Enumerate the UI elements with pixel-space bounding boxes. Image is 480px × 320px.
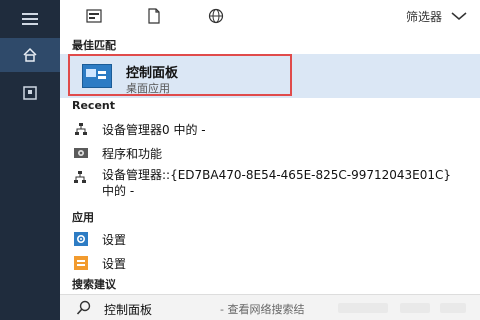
globe-icon [208, 8, 224, 24]
best-match-item[interactable]: 控制面板 桌面应用 [68, 54, 292, 96]
app-item-settings-2[interactable]: 设置 [72, 252, 126, 274]
redacted-text [400, 303, 430, 313]
app-item-label: 设置 [102, 232, 127, 247]
suggest-heading: 搜索建议 [72, 278, 116, 291]
recent-item-label: 设备管理器::{ED7BA470-8E54-465E-825C-99712043… [102, 168, 452, 198]
hamburger-menu-button[interactable] [0, 2, 60, 36]
recent-item-label: 设备管理器0 中的 - [102, 122, 206, 137]
web-filter-button[interactable] [206, 6, 226, 26]
hamburger-icon [22, 13, 38, 25]
document-icon [148, 8, 160, 24]
redacted-text [440, 303, 466, 313]
left-sidebar [0, 0, 60, 320]
device-tree-icon [72, 120, 90, 138]
results-topbar: 筛选器 [60, 0, 480, 32]
best-match-heading: 最佳匹配 [72, 39, 116, 52]
app-window-icon [86, 9, 102, 23]
recent-heading: Recent [72, 99, 116, 112]
recent-item-programs[interactable]: 程序和功能 [72, 142, 162, 164]
settings-app-icon [72, 254, 90, 272]
programs-features-icon [72, 144, 90, 162]
notebook-icon [23, 86, 37, 100]
apps-filter-button[interactable] [84, 6, 104, 26]
suggestion-hint: - 查看网络搜索结 [220, 303, 305, 316]
search-results-panel: 筛选器 最佳匹配 控制面板 桌面应用 Recent 设备管理器0 中的 - 程序… [60, 0, 480, 320]
app-item-label: 设置 [102, 256, 127, 271]
settings-gear-icon [72, 230, 90, 248]
recent-item-device-manager[interactable]: 设备管理器0 中的 - [72, 118, 206, 140]
control-panel-icon [82, 64, 112, 88]
search-icon [76, 300, 91, 315]
redacted-text [338, 303, 388, 313]
filter-dropdown[interactable]: 筛选器 [406, 6, 468, 26]
home-button[interactable] [0, 38, 60, 72]
documents-filter-button[interactable] [144, 6, 164, 26]
best-match-subtitle: 桌面应用 [126, 82, 170, 95]
recent-item-device-manager-guid[interactable]: 设备管理器::{ED7BA470-8E54-465E-825C-99712043… [72, 166, 468, 198]
web-suggestion-item[interactable]: 控制面板 - 查看网络搜索结 [60, 294, 480, 320]
control-panel-graphic [86, 69, 106, 79]
device-tree-icon [72, 169, 90, 187]
best-match-title: 控制面板 [126, 66, 179, 81]
app-item-settings-1[interactable]: 设置 [72, 228, 126, 250]
apps-heading: 应用 [72, 211, 94, 224]
chevron-down-icon [451, 12, 467, 20]
documents-button[interactable] [0, 76, 60, 110]
filter-label: 筛选器 [405, 9, 442, 24]
recent-item-label: 程序和功能 [102, 146, 163, 161]
suggestion-query: 控制面板 [104, 303, 153, 317]
home-icon [23, 47, 37, 62]
